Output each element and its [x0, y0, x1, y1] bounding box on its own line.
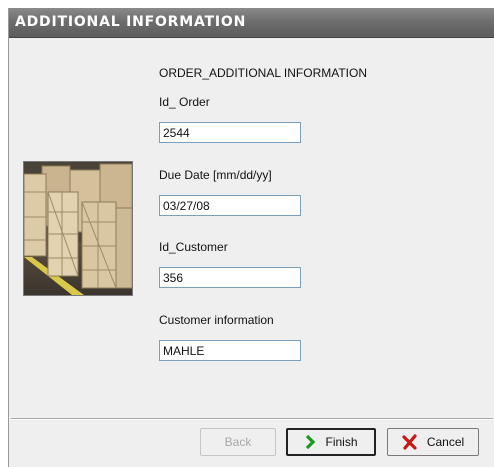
id-order-field[interactable]	[159, 122, 301, 143]
cancel-button-label: Cancel	[426, 435, 465, 449]
finish-button-label: Finish	[325, 435, 358, 449]
id-order-label: Id_ Order	[159, 95, 210, 109]
due-date-field[interactable]	[159, 195, 301, 216]
red-x-icon	[402, 434, 418, 450]
customer-information-field[interactable]	[159, 340, 301, 361]
title-bar[interactable]: ADDITIONAL INFORMATION	[9, 8, 494, 38]
back-button[interactable]: Back	[200, 428, 276, 456]
window-title: ADDITIONAL INFORMATION	[15, 14, 247, 30]
warehouse-crates-image	[23, 161, 133, 296]
button-separator	[11, 418, 493, 420]
dialog-window: ADDITIONAL INFORMATION ORDER_ADDITIONAL …	[8, 8, 494, 467]
finish-button[interactable]: Finish	[286, 428, 376, 456]
id-customer-field[interactable]	[159, 267, 301, 288]
form-heading: ORDER_ADDITIONAL INFORMATION	[159, 66, 368, 80]
customer-information-label: Customer information	[159, 313, 274, 327]
back-button-label: Back	[224, 435, 252, 449]
id-customer-label: Id_Customer	[159, 240, 228, 254]
due-date-label: Due Date [mm/dd/yy]	[159, 168, 272, 182]
green-arrow-right-icon	[304, 435, 316, 449]
cancel-button[interactable]: Cancel	[387, 428, 479, 456]
